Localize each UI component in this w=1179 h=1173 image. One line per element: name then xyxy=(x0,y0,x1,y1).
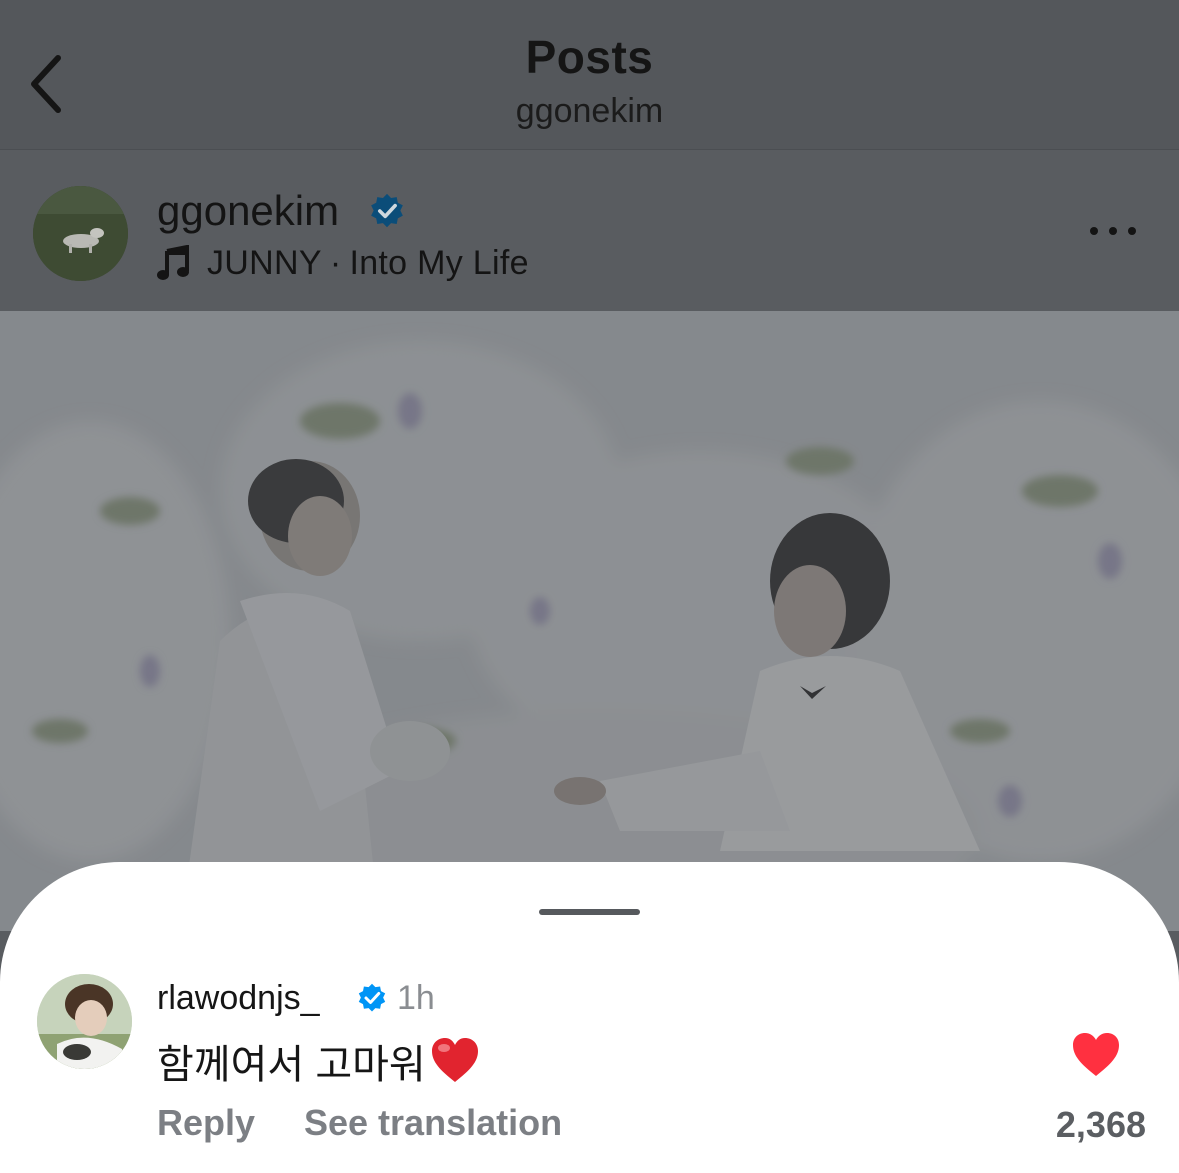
top-nav: Posts ggonekim xyxy=(0,0,1179,150)
post-photo[interactable] xyxy=(0,311,1179,931)
verified-badge-icon xyxy=(371,193,403,228)
music-separator: · xyxy=(329,243,342,282)
ellipsis-icon xyxy=(1090,227,1098,235)
page-subtitle: ggonekim xyxy=(515,92,664,130)
reply-button[interactable]: Reply xyxy=(157,1102,255,1144)
wedding-photo-image xyxy=(0,311,1179,931)
comment-sheet[interactable]: rlawodnjs_ 1h 함께여서 고마워 Reply See transla… xyxy=(0,862,1179,1173)
owner-avatar[interactable] xyxy=(33,186,128,281)
comment-username[interactable]: rlawodnjs_ xyxy=(157,979,320,1018)
see-translation-button[interactable]: See translation xyxy=(304,1102,562,1144)
music-artist: JUNNY xyxy=(207,243,322,282)
sheet-grabber[interactable] xyxy=(539,909,640,915)
music-note-icon xyxy=(157,245,189,280)
owner-avatar-image xyxy=(33,186,128,281)
comment-timestamp: 1h xyxy=(397,979,435,1017)
ellipsis-dot xyxy=(1128,227,1136,235)
verified-badge-icon xyxy=(358,983,386,1012)
post-header: ggonekim JUNNY · Into My Life xyxy=(0,151,1179,311)
red-heart-emoji-icon xyxy=(431,1038,478,1082)
comment-text: 함께여서 고마워 xyxy=(157,1043,426,1087)
more-options-button[interactable] xyxy=(1082,211,1144,251)
music-song: Into My Life xyxy=(349,243,529,282)
heart-filled-icon[interactable] xyxy=(1071,1032,1121,1078)
ellipsis-dot xyxy=(1109,227,1117,235)
commenter-avatar-image xyxy=(37,974,132,1069)
music-attribution[interactable]: JUNNY · Into My Life xyxy=(157,243,529,283)
post-username[interactable]: ggonekim xyxy=(157,187,339,235)
like-count: 2,368 xyxy=(1055,1104,1146,1145)
page-title: Posts xyxy=(525,31,654,83)
commenter-avatar[interactable] xyxy=(37,974,132,1069)
comment-body: 함께여서 고마워 xyxy=(157,1032,480,1090)
